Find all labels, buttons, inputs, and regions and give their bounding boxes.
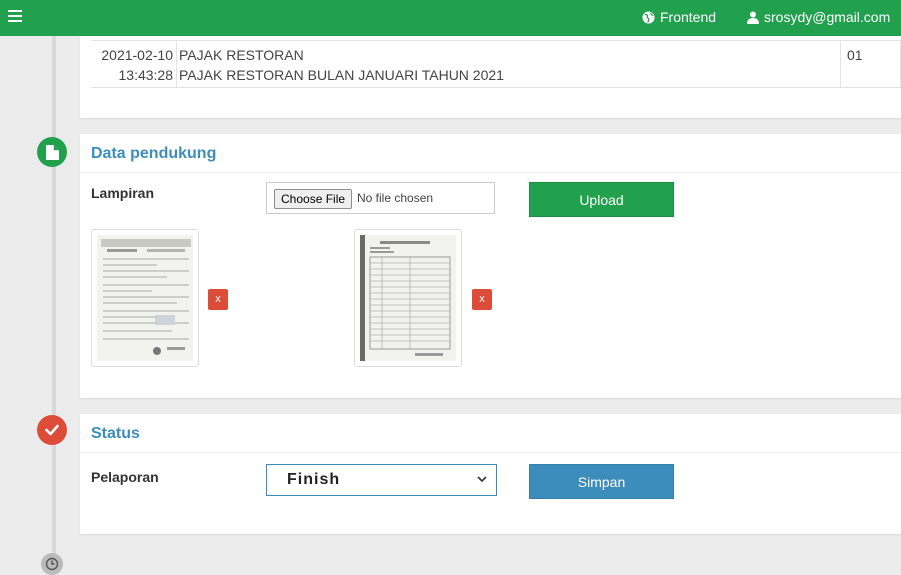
status-select[interactable]: Finish (266, 464, 497, 496)
attachment-label: Lampiran (91, 185, 155, 201)
chevron-down-icon (477, 476, 487, 483)
document-image (97, 235, 193, 361)
record-card: 2021-02-10 13:43:28 PAJAK RESTORAN PAJAK… (80, 36, 901, 118)
divider (80, 172, 901, 173)
delete-attachment-button[interactable]: x (472, 289, 492, 310)
table-row: 2021-02-10 13:43:28 PAJAK RESTORAN PAJAK… (91, 40, 901, 88)
divider (80, 452, 901, 453)
cell-divider (176, 41, 177, 87)
supporting-data-card: Data pendukung Lampiran Choose File No f… (80, 134, 901, 398)
record-tax-type: PAJAK RESTORAN (179, 47, 304, 63)
choose-file-button[interactable]: Choose File (274, 189, 353, 209)
record-datetime: 2021-02-10 13:43:28 (91, 45, 173, 85)
record-detail: PAJAK RESTORAN BULAN JANUARI TAHUN 2021 (179, 67, 504, 83)
frontend-link[interactable]: Frontend (642, 9, 716, 25)
globe-icon (642, 11, 655, 24)
timeline-line (52, 36, 56, 571)
check-icon (37, 415, 67, 445)
record-code: 01 (847, 47, 863, 63)
file-input[interactable]: Choose File No file chosen (266, 182, 495, 214)
upload-button[interactable]: Upload (529, 182, 674, 217)
user-email: srosydy@gmail.com (764, 9, 891, 25)
record-date: 2021-02-10 (101, 47, 173, 63)
file-status-text: No file chosen (357, 191, 434, 205)
status-select-value: Finish (287, 471, 341, 488)
frontend-label: Frontend (660, 9, 717, 25)
file-icon (37, 137, 67, 167)
report-label: Pelaporan (91, 469, 159, 485)
attachment-thumbnail[interactable] (354, 229, 462, 367)
hamburger-menu-icon[interactable] (8, 10, 22, 22)
status-card: Status Pelaporan Finish Simpan (80, 414, 901, 534)
user-menu[interactable]: srosydy@gmail.com (747, 9, 890, 25)
record-description: PAJAK RESTORAN PAJAK RESTORAN BULAN JANU… (179, 45, 504, 85)
attachment-thumbnail[interactable] (91, 229, 199, 367)
cell-divider (840, 41, 841, 87)
delete-attachment-button[interactable]: x (208, 289, 228, 310)
section-title: Status (91, 425, 140, 442)
document-image (360, 235, 456, 361)
record-time: 13:43:28 (118, 67, 174, 83)
top-navbar: Frontend srosydy@gmail.com (0, 0, 901, 36)
section-title: Data pendukung (91, 145, 217, 162)
save-button[interactable]: Simpan (529, 464, 674, 499)
user-icon (747, 11, 759, 24)
clock-icon (41, 553, 63, 575)
